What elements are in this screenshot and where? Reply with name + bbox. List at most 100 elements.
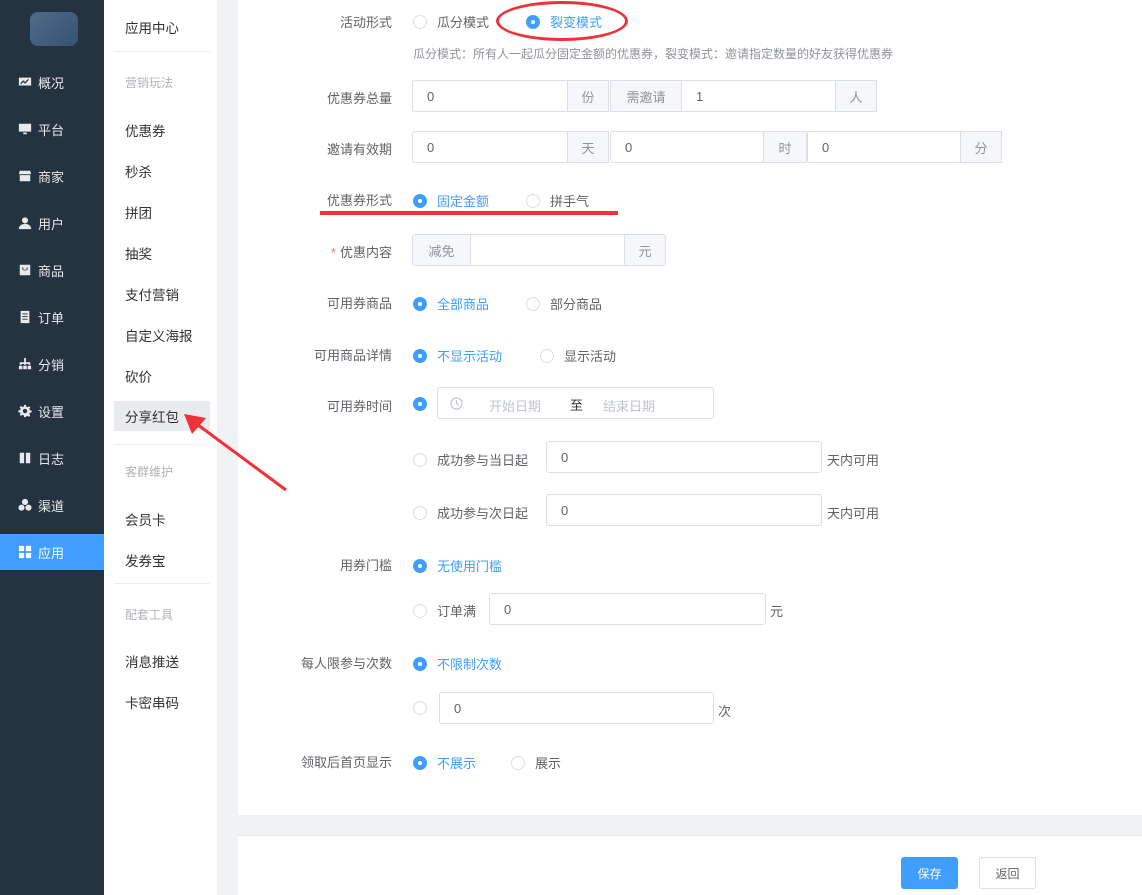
radio-fixed-amount[interactable]: 固定金额 xyxy=(413,191,489,210)
invite-unit: 人 xyxy=(835,80,877,112)
validity-minute-input[interactable]: 0 xyxy=(807,131,961,163)
radio-show-activity[interactable]: 显示活动 xyxy=(540,346,616,365)
radio-next-day[interactable]: 成功参与次日起 xyxy=(413,503,528,522)
radio-partial-goods[interactable]: 部分商品 xyxy=(526,294,602,313)
same-day-suffix: 天内可用 xyxy=(827,453,880,468)
radio-label: 成功参与当日起 xyxy=(437,453,529,468)
invite-count-input[interactable]: 1 xyxy=(681,80,836,112)
label-homepage-display: 领取后首页显示 xyxy=(300,755,392,770)
same-day-input[interactable]: 0 xyxy=(546,441,822,473)
radio-dot xyxy=(413,656,427,671)
label-discount-content: * 优惠内容 xyxy=(232,242,392,261)
nav-item-merchant[interactable]: 商家 xyxy=(0,158,104,194)
radio-label: 不展示 xyxy=(437,756,477,771)
sub-item-member-card[interactable]: 会员卡 xyxy=(114,504,210,534)
sub-item-coupon[interactable]: 优惠券 xyxy=(114,115,210,145)
radio-unlimited[interactable]: 不限制次数 xyxy=(413,654,502,673)
sub-item-group-buy[interactable]: 拼团 xyxy=(114,197,210,227)
nav-label: 设置 xyxy=(38,404,65,420)
sub-item-pay-marketing[interactable]: 支付营销 xyxy=(114,279,210,309)
radio-show-homepage[interactable]: 展示 xyxy=(511,753,561,772)
nav-item-goods[interactable]: 商品 xyxy=(0,252,104,288)
sub-item-seckill[interactable]: 秒杀 xyxy=(114,156,210,186)
next-day-suffix: 天内可用 xyxy=(827,506,880,521)
validity-minute-unit: 分 xyxy=(960,131,1002,163)
validity-day-input[interactable]: 0 xyxy=(412,131,568,163)
sub-item-custom-poster[interactable]: 自定义海报 xyxy=(114,320,210,350)
end-date-placeholder: 结束日期 xyxy=(603,399,656,414)
sub-item-card-code[interactable]: 卡密串码 xyxy=(114,687,210,717)
nav-item-user[interactable]: 用户 xyxy=(0,205,104,241)
range-separator: 至 xyxy=(570,398,584,413)
radio-hide-homepage[interactable]: 不展示 xyxy=(413,753,476,772)
divider xyxy=(114,583,210,584)
channel-icon xyxy=(18,498,32,512)
radio-label: 显示活动 xyxy=(564,349,617,364)
sub-sidebar-title: 应用中心 xyxy=(125,21,179,36)
radio-same-day[interactable]: 成功参与当日起 xyxy=(413,450,528,469)
save-button[interactable]: 保存 xyxy=(901,857,958,889)
radio-label: 成功参与次日起 xyxy=(437,506,529,521)
nav-label: 概况 xyxy=(38,75,65,91)
radio-date-range[interactable] xyxy=(413,397,437,411)
radio-random-amount[interactable]: 拼手气 xyxy=(526,191,589,210)
dashboard-icon xyxy=(18,75,32,89)
nav-label: 分销 xyxy=(38,357,65,373)
nav-label: 应用 xyxy=(38,545,65,561)
discount-unit: 元 xyxy=(624,234,666,266)
nav-item-channel[interactable]: 渠道 xyxy=(0,487,104,523)
radio-no-threshold[interactable]: 无使用门槛 xyxy=(413,556,502,575)
nav-item-overview[interactable]: 概况 xyxy=(0,64,104,100)
radio-dot xyxy=(413,755,427,770)
radio-split-mode[interactable]: 瓜分模式 xyxy=(413,12,489,31)
main-sidebar: 概况 平台 商家 用户 商品 订单 分销 设置 日志 渠道 应用 xyxy=(0,0,104,895)
radio-dot xyxy=(413,505,427,520)
label-coupon-total: 优惠券总量 xyxy=(326,91,392,106)
discount-prefix: 减免 xyxy=(412,234,471,266)
next-day-input[interactable]: 0 xyxy=(546,494,822,526)
label-activity-type: 活动形式 xyxy=(339,15,392,30)
radio-all-goods[interactable]: 全部商品 xyxy=(413,294,489,313)
monitor-icon xyxy=(18,122,32,136)
discount-amount-input[interactable] xyxy=(470,234,625,266)
nav-item-distribution[interactable]: 分销 xyxy=(0,346,104,382)
nav-item-log[interactable]: 日志 xyxy=(0,440,104,476)
nav-item-order[interactable]: 订单 xyxy=(0,299,104,335)
label-threshold: 用券门槛 xyxy=(339,558,392,573)
custom-limit-input[interactable]: 0 xyxy=(439,692,714,724)
logo xyxy=(30,12,78,46)
activity-type-hint: 瓜分模式：所有人一起瓜分固定金额的优惠券，裂变模式：邀请指定数量的好友获得优惠券 xyxy=(413,47,894,61)
nav-label: 渠道 xyxy=(38,498,65,514)
custom-limit-suffix: 次 xyxy=(718,704,732,719)
radio-dot xyxy=(413,452,427,467)
sub-item-bargain[interactable]: 砍价 xyxy=(114,361,210,391)
radio-custom-limit[interactable] xyxy=(413,701,437,715)
apps-icon xyxy=(18,545,32,559)
radio-order-threshold[interactable]: 订单满 xyxy=(413,601,476,620)
nav-item-platform[interactable]: 平台 xyxy=(0,111,104,147)
annotation-arrow-icon xyxy=(184,414,287,492)
back-button[interactable]: 返回 xyxy=(979,857,1036,889)
invite-label: 需邀请 xyxy=(610,80,682,112)
radio-dot xyxy=(540,348,554,363)
radio-dot xyxy=(413,603,427,618)
coupon-total-input[interactable]: 0 xyxy=(412,80,568,112)
validity-hour-input[interactable]: 0 xyxy=(610,131,764,163)
sub-item-message-push[interactable]: 消息推送 xyxy=(114,646,210,676)
radio-hide-activity[interactable]: 不显示活动 xyxy=(413,346,502,365)
sub-item-lottery[interactable]: 抽奖 xyxy=(114,238,210,268)
nav-item-settings[interactable]: 设置 xyxy=(0,393,104,429)
date-range-picker[interactable]: 开始日期 至 结束日期 xyxy=(437,387,714,419)
sub-item-coupon-bao[interactable]: 发券宝 xyxy=(114,545,210,575)
log-icon xyxy=(18,451,32,465)
nav-item-apps[interactable]: 应用 xyxy=(0,534,104,570)
label-limit: 每人限参与次数 xyxy=(300,656,392,671)
required-mark: * xyxy=(330,245,336,260)
radio-dot xyxy=(413,348,427,363)
clock-icon xyxy=(450,397,463,410)
radio-label: 不显示活动 xyxy=(437,349,503,364)
annotation-underline xyxy=(320,211,618,215)
order-threshold-input[interactable]: 0 xyxy=(489,593,766,625)
distribution-icon xyxy=(18,357,32,371)
radio-label: 拼手气 xyxy=(550,194,590,209)
